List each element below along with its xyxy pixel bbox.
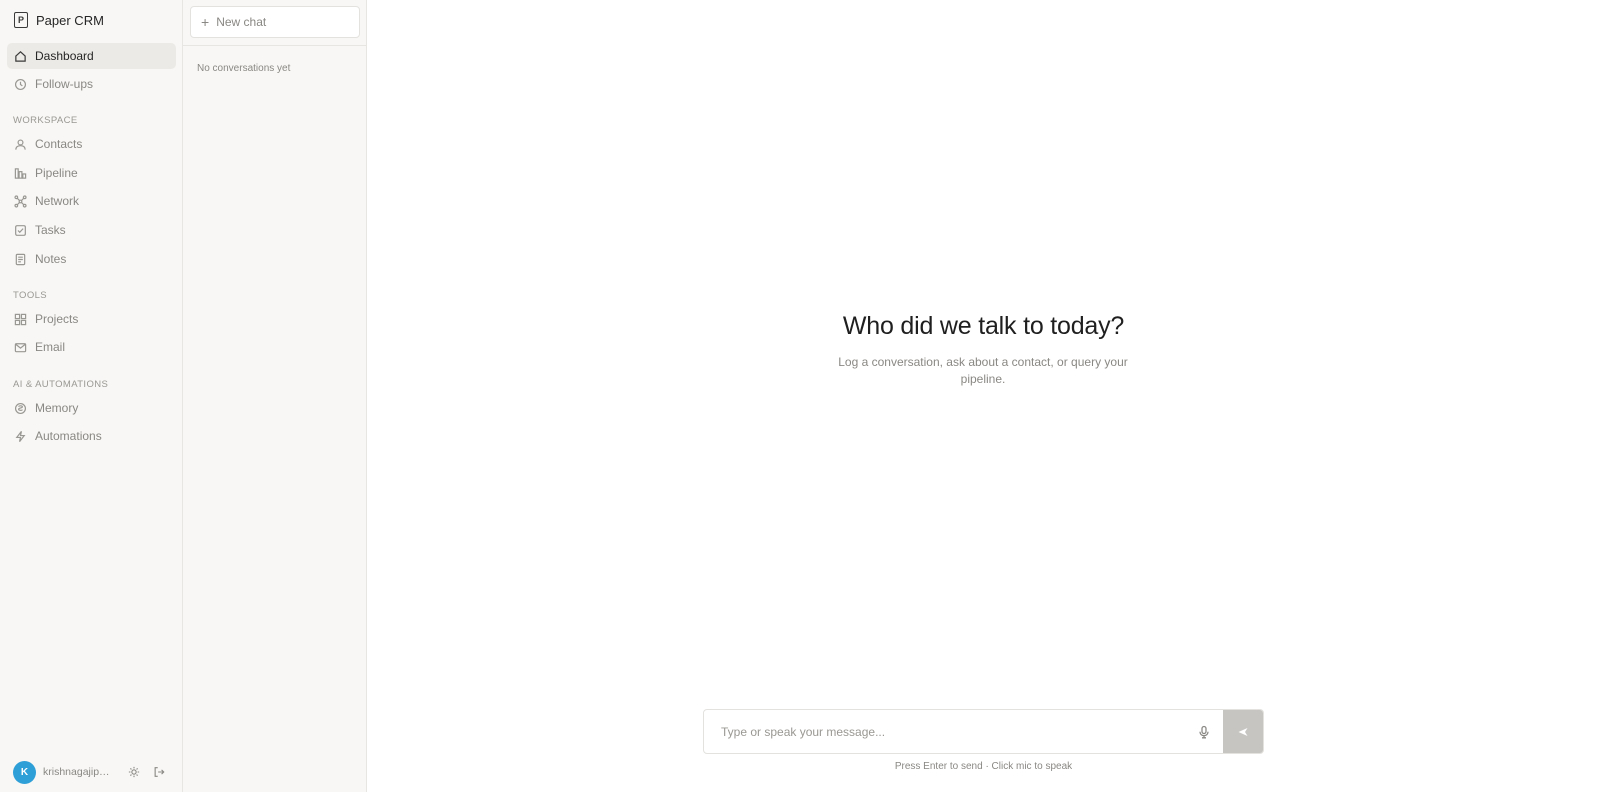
mic-icon[interactable] — [1189, 717, 1219, 747]
clock-icon — [14, 78, 27, 91]
sidebar-item-follow-ups[interactable]: Follow-ups — [7, 71, 176, 97]
theme-toggle-sun-icon[interactable] — [127, 765, 141, 779]
brand[interactable]: P Paper CRM — [14, 11, 104, 29]
sidebar-item-label: Memory — [35, 401, 79, 415]
brand-name: Paper CRM — [36, 12, 104, 28]
send-button[interactable] — [1223, 710, 1263, 753]
paper-logo-icon: P — [14, 12, 28, 28]
sidebar-item-label: Pipeline — [35, 166, 78, 180]
home-icon — [14, 50, 27, 63]
sidebar-item-dashboard[interactable]: Dashboard — [7, 43, 176, 69]
avatar[interactable]: K — [13, 760, 36, 784]
conversations-divider — [183, 45, 367, 46]
bolt-icon — [14, 430, 27, 443]
sidebar-item-label: Contacts — [35, 137, 83, 151]
section-label-ai-automations: AI & AUTOMATIONS — [13, 379, 109, 390]
sidebar-item-automations[interactable]: Automations — [7, 423, 176, 449]
logout-icon[interactable] — [152, 765, 166, 779]
user-name[interactable]: krishnagajipar... — [43, 766, 115, 778]
page-title: Who did we talk to today? — [842, 312, 1125, 340]
note-icon — [14, 253, 27, 266]
message-composer — [703, 709, 1264, 754]
memory-icon — [14, 402, 27, 415]
sidebar-item-label: Automations — [35, 429, 102, 443]
sidebar-item-projects[interactable]: Projects — [7, 306, 176, 332]
network-icon — [14, 194, 27, 208]
page-subtitle: Log a conversation, ask about a contact,… — [838, 355, 1128, 386]
sidebar-item-label: Follow-ups — [35, 77, 94, 91]
sidebar-item-pipeline[interactable]: Pipeline — [7, 160, 176, 186]
sidebar-item-memory[interactable]: Memory — [7, 395, 176, 421]
composer-hint: Press Enter to send · Click mic to speak — [894, 761, 1073, 772]
user-profile: K krishnagajipar... — [13, 760, 173, 784]
mail-icon — [14, 341, 27, 354]
sidebar-item-label: Tasks — [35, 223, 66, 237]
section-label-tools: TOOLS — [13, 290, 48, 301]
sidebar-item-network[interactable]: Network — [7, 188, 176, 214]
checkbox-icon — [14, 224, 27, 237]
plus-icon: + — [201, 14, 210, 30]
sidebar-item-email[interactable]: Email — [7, 334, 176, 360]
sidebar-item-contacts[interactable]: Contacts — [7, 131, 176, 157]
sidebar-item-label: Email — [35, 340, 66, 354]
message-input[interactable] — [704, 710, 1189, 753]
conversations-empty-state: No conversations yet — [197, 63, 291, 74]
new-chat-label: New chat — [216, 15, 267, 29]
new-chat-button[interactable]: + New chat — [190, 6, 360, 38]
sidebar-item-notes[interactable]: Notes — [7, 246, 176, 272]
sidebar-item-tasks[interactable]: Tasks — [7, 217, 176, 243]
sidebar: P Paper CRM Dashboard Follow-ups WORKSPA… — [0, 0, 183, 792]
sidebar-item-label: Notes — [35, 252, 67, 266]
sidebar-item-label: Dashboard — [35, 49, 94, 63]
grid-icon — [14, 313, 27, 326]
chat-main: Who did we talk to today? Log a conversa… — [367, 0, 1600, 792]
user-icon — [14, 138, 27, 151]
pipeline-icon — [14, 167, 27, 180]
conversations-panel: + New chat No conversations yet — [183, 0, 367, 792]
section-label-workspace: WORKSPACE — [13, 115, 78, 126]
sidebar-item-label: Network — [35, 194, 80, 208]
sidebar-item-label: Projects — [35, 312, 79, 326]
send-arrow-icon — [1238, 727, 1248, 736]
